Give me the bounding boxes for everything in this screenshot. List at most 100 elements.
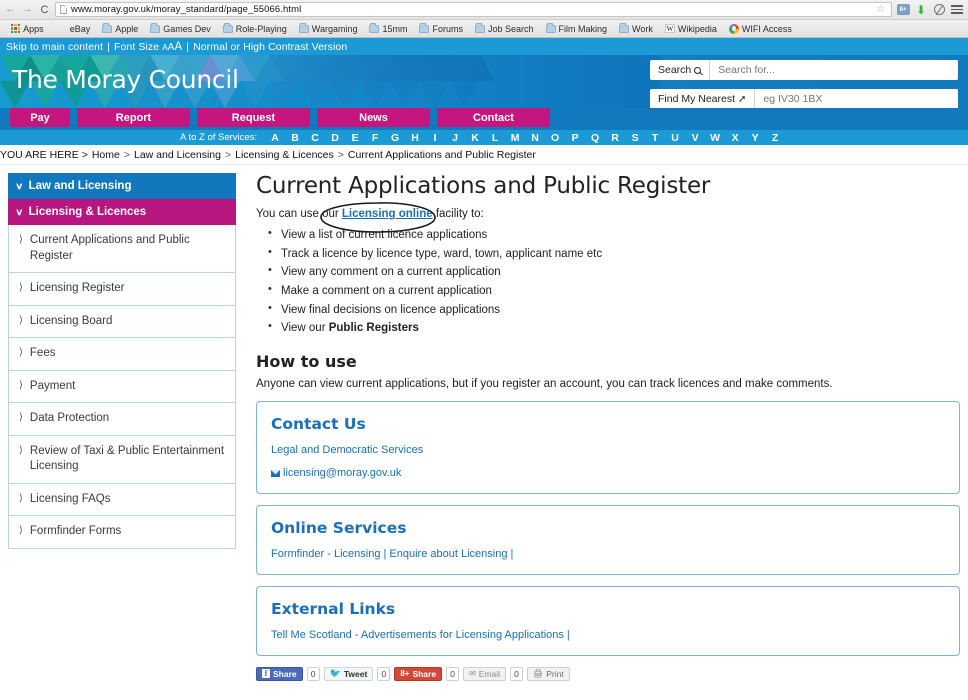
twitter-tweet-button[interactable]: 🐦 Tweet [323,666,374,681]
print-button[interactable]: 🖨 Print [527,666,570,681]
google-plus-share-button[interactable]: 8+ Share [394,666,443,681]
folder-icon [619,23,630,33]
az-letter-m[interactable]: M [505,132,525,144]
bookmark-item[interactable]: W Wikipedia [660,23,722,35]
az-letter-w[interactable]: W [705,132,725,144]
az-letter-p[interactable]: P [565,132,585,144]
bookmark-item[interactable]: Apple [97,23,143,35]
sidebar-item-review-of-taxi[interactable]: ⟩ Review of Taxi & Public Entertainment … [8,435,236,484]
envelope-icon [271,469,280,477]
contrast-version-link[interactable]: Normal or High Contrast Version [193,41,347,53]
az-letter-q[interactable]: Q [585,132,605,144]
primary-nav: Pay Report Request News Contact [0,108,968,130]
sidebar-item-licensing-board[interactable]: ⟩ Licensing Board [8,305,236,339]
bookmark-apps[interactable]: Apps [6,23,49,35]
external-links-list[interactable]: Tell Me Scotland - Advertisements for Li… [271,629,945,641]
az-letter-b[interactable]: B [285,132,305,144]
az-letter-a[interactable]: A [265,132,285,144]
bookmark-item[interactable]: Role-Playing [218,23,292,35]
folder-icon [298,23,309,33]
search-input[interactable] [710,60,958,80]
bookmark-item[interactable]: Games Dev [145,23,216,35]
az-letter-x[interactable]: X [725,132,745,144]
online-services-links[interactable]: Formfinder - Licensing | Enquire about L… [271,548,945,560]
az-letter-i[interactable]: I [425,132,445,144]
az-letter-v[interactable]: V [685,132,705,144]
az-letter-t[interactable]: T [645,132,665,144]
bookmark-item[interactable]: Film Making [541,23,613,35]
bookmark-item[interactable]: WIFI Access [724,23,797,35]
bookmark-label: Work [632,23,653,34]
sidebar-item-fees[interactable]: ⟩ Fees [8,338,236,371]
az-letter-e[interactable]: E [345,132,365,144]
extension-circle-icon[interactable] [932,3,946,17]
nav-button-contact[interactable]: Contact [437,108,550,127]
bookmark-star-icon[interactable]: ☆ [876,4,887,15]
email-share-button[interactable]: ✉ Email [463,666,507,681]
az-letter-s[interactable]: S [625,132,645,144]
search-button[interactable]: Search [650,60,711,80]
sidebar-item-data-protection[interactable]: ⟩ Data Protection [8,403,236,436]
search-button-label: Search [658,64,692,76]
sidebar-item-licensing-register[interactable]: ⟩ Licensing Register [8,273,236,306]
sidebar-heading-law-and-licensing[interactable]: ∨ Law and Licensing [8,173,236,199]
sidebar-item-licensing-faqs[interactable]: ⟩ Licensing FAQs [8,483,236,517]
breadcrumb-item-licensing-and-licences[interactable]: Licensing & Licences [235,149,334,161]
forward-arrow-icon[interactable]: → [21,4,34,15]
address-bar[interactable]: www.moray.gov.uk/moray_standard/page_550… [55,2,892,17]
extension-blue-icon[interactable]: 8+ [896,3,910,17]
az-letter-y[interactable]: Y [745,132,765,144]
reload-icon[interactable]: C [38,4,51,16]
bookmark-item[interactable]: eBay [65,23,96,35]
az-letter-o[interactable]: O [545,132,565,144]
sidebar-heading-licensing-and-licences[interactable]: ∨ Licensing & Licences [8,199,236,225]
az-letter-g[interactable]: G [385,132,405,144]
bookmark-item[interactable]: Wargaming [294,23,363,35]
nav-button-pay[interactable]: Pay [10,108,70,127]
bookmark-item[interactable]: 15mm [364,23,412,35]
sidebar-item-current-applications[interactable]: ⟩ Current Applications and Public Regist… [8,225,236,274]
az-letter-r[interactable]: R [605,132,625,144]
menu-hamburger-icon[interactable] [950,3,964,17]
nav-button-report[interactable]: Report [77,108,190,127]
skip-to-content-link[interactable]: Skip to main content [6,41,103,53]
facebook-share-button[interactable]: f Share [256,666,303,681]
breadcrumb-item-law-and-licensing[interactable]: Law and Licensing [134,149,221,161]
chevron-down-icon: ∨ [15,180,24,191]
nav-button-request[interactable]: Request [197,108,310,127]
postcode-input[interactable] [755,89,958,108]
url-text: www.moray.gov.uk/moray_standard/page_550… [71,4,302,15]
chevron-right-icon: ⟩ [19,444,23,456]
bookmark-item[interactable]: Forums [414,23,468,35]
sidebar-item-payment[interactable]: ⟩ Payment [8,370,236,404]
intro-text-after: facility to: [432,208,484,220]
az-letter-n[interactable]: N [525,132,545,144]
az-letter-c[interactable]: C [305,132,325,144]
breadcrumb-item-home[interactable]: Home [92,149,120,161]
az-letter-d[interactable]: D [325,132,345,144]
nav-button-news[interactable]: News [317,108,430,127]
share-label: Share [412,668,437,679]
bookmarks-bar: Apps eBay Apple Games Dev Role-Playing W… [0,20,968,38]
find-my-nearest-button[interactable]: Find My Nearest ➚ [650,89,756,108]
az-letter-z[interactable]: Z [765,132,785,144]
az-letter-l[interactable]: L [485,132,505,144]
apps-grid-icon [11,23,21,34]
sidebar-item-formfinder-forms[interactable]: ⟩ Formfinder Forms [8,516,236,549]
back-arrow-icon[interactable]: ← [4,4,17,15]
bookmark-item[interactable]: Work [614,23,658,35]
chevron-right-icon: ⟩ [19,314,23,326]
legal-services-link[interactable]: Legal and Democratic Services [271,444,945,456]
az-letter-j[interactable]: J [445,132,465,144]
az-letter-f[interactable]: F [365,132,385,144]
az-letter-h[interactable]: H [405,132,425,144]
social-share-bar: f Share 0 🐦 Tweet 0 8+ Share 0 ✉ Email 0… [256,666,960,681]
font-size-large-link[interactable]: A [174,41,182,53]
licensing-online-link[interactable]: Licensing online [342,208,433,220]
az-letter-k[interactable]: K [465,132,485,144]
az-letter-u[interactable]: U [665,132,685,144]
download-arrow-icon[interactable]: ⬇ [914,3,928,17]
bookmark-item[interactable]: Job Search [470,23,539,35]
licensing-email-link[interactable]: licensing@moray.gov.uk [283,467,401,479]
chevron-right-icon: ⟩ [19,492,23,504]
